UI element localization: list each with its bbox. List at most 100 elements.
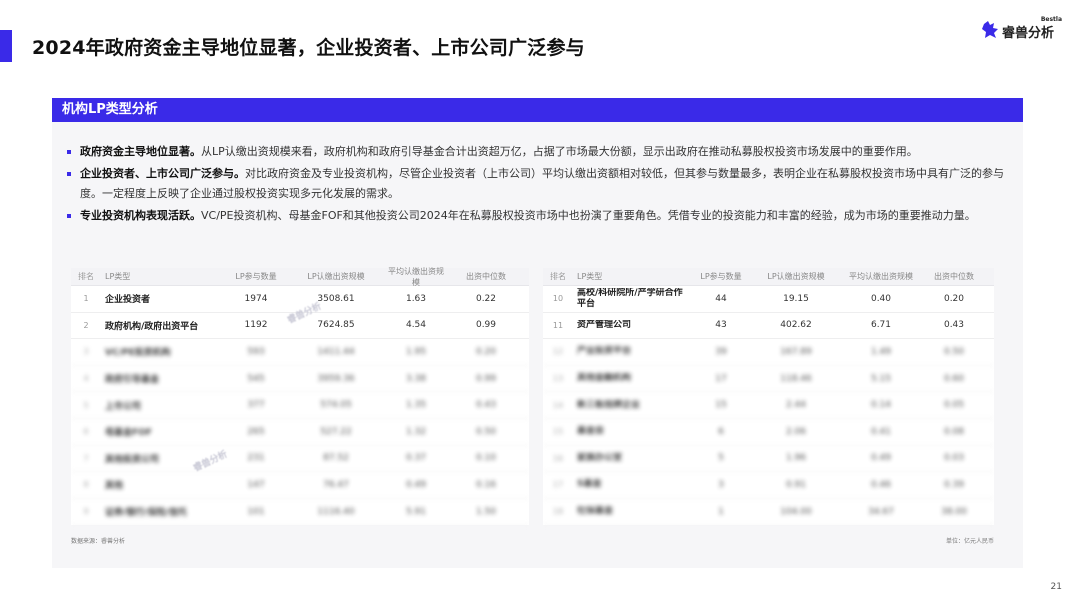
cell-lp-count: 17 <box>715 373 727 384</box>
bullet-text: VC/PE投资机构、母基金FOF和其他投资公司2024年在私募股权投资市场中也扮… <box>201 209 976 222</box>
bullet-bold: 企业投资者、上市公司广泛参与。 <box>80 167 245 180</box>
cell-avg: 0.46 <box>870 479 892 490</box>
cell-type: 高校/科研院所/产学研合作平台 <box>577 287 683 309</box>
header-lp-count: LP参与数量 <box>700 272 742 281</box>
table-row: 15 基金会 6 2.06 0.41 0.08 <box>543 419 994 446</box>
bullet-item: 专业投资机构表现活跃。VC/PE投资机构、母基金FOF和其他投资公司2024年在… <box>66 206 1012 226</box>
cell-type: 其他 <box>105 481 124 492</box>
table-row: 5 上市公司 377 574.05 1.35 0.43 <box>71 392 529 419</box>
cell-median: 1.50 <box>475 506 497 517</box>
cell-median: 0.10 <box>475 453 497 464</box>
cell-avg: 1.95 <box>405 346 427 357</box>
cell-scale: 1116.40 <box>317 506 355 517</box>
cell-type: 新三板挂牌企业 <box>577 399 641 410</box>
cell-type: 产业投资平台 <box>577 346 632 357</box>
cell-avg: 0.37 <box>405 453 427 464</box>
cell-scale: 0.91 <box>785 479 807 490</box>
cell-lp-count: 3 <box>718 479 724 490</box>
beast-logo-icon <box>982 21 998 38</box>
cell-scale: 2.44 <box>785 400 807 411</box>
cell-type: S基金 <box>577 479 602 490</box>
header-median: 出资中位数 <box>934 272 974 281</box>
cell-rank: 3 <box>83 347 89 357</box>
cell-type: 其他金融机构 <box>577 373 632 384</box>
cell-median: 0.43 <box>475 400 497 411</box>
table-body: 1 企业投资者 1974 3508.61 1.63 0.22 2 政府机构/政府出资平台 119… <box>71 286 529 526</box>
cell-type: 证券/银行/保险/信托 <box>105 508 187 519</box>
cell-rank: 1 <box>83 294 89 304</box>
brand-logo: Bestla 睿兽分析 <box>982 16 1062 46</box>
cell-median: 0.99 <box>475 320 497 331</box>
bullet-bold: 专业投资机构表现活跃。 <box>80 209 201 222</box>
cell-lp-count: 147 <box>247 479 265 490</box>
cell-rank: 9 <box>83 507 89 517</box>
cell-scale: 167.89 <box>780 346 812 357</box>
cell-rank: 14 <box>552 400 564 410</box>
cell-median: 0.20 <box>943 293 965 304</box>
cell-lp-count: 6 <box>718 426 724 437</box>
table-row: 11 资产管理公司 43 402.62 6.71 0.43 <box>543 313 994 340</box>
header-median: 出资中位数 <box>466 272 506 281</box>
cell-avg: 0.49 <box>405 479 427 490</box>
cell-scale: 2.06 <box>785 426 807 437</box>
header-avg: 平均认缴出资规模 <box>388 266 444 287</box>
header-type: LP类型 <box>577 272 603 281</box>
cell-lp-count: 5 <box>718 453 724 464</box>
cell-median: 0.20 <box>475 346 497 357</box>
section-header: 机构LP类型分析 <box>52 98 1023 122</box>
cell-rank: 18 <box>552 507 564 517</box>
cell-lp-count: 545 <box>247 373 265 384</box>
bullet-list: 政府资金主导地位显著。从LP认缴出资规模来看，政府机构和政府引导基金合计出资超万… <box>66 142 1012 228</box>
cell-median: 0.16 <box>475 479 497 490</box>
cell-scale: 3959.36 <box>317 373 355 384</box>
cell-lp-count: 1 <box>718 506 724 517</box>
table-row: 6 母基金FOF 265 527.22 1.32 0.50 <box>71 419 529 446</box>
bullet-item: 政府资金主导地位显著。从LP认缴出资规模来看，政府机构和政府引导基金合计出资超万… <box>66 142 1012 162</box>
cell-lp-count: 265 <box>247 426 265 437</box>
cell-rank: 15 <box>552 427 564 437</box>
cell-avg: 1.32 <box>405 426 427 437</box>
cell-type: 政府机构/政府出资平台 <box>105 321 199 332</box>
cell-scale: 402.62 <box>780 320 812 331</box>
cell-lp-count: 43 <box>715 320 727 331</box>
cell-lp-count: 44 <box>715 293 727 304</box>
cell-rank: 17 <box>552 480 564 490</box>
cell-avg: 0.40 <box>870 293 892 304</box>
cell-avg: 0.41 <box>870 426 892 437</box>
table-body: 10 高校/科研院所/产学研合作平台 44 19.15 0.40 0.20 11 资产管理公司… <box>543 286 994 526</box>
cell-type: VC/PE投资机构 <box>105 348 171 359</box>
table-row: 9 证券/银行/保险/信托 101 1116.40 5.91 1.50 <box>71 499 529 526</box>
bullet-bold: 政府资金主导地位显著。 <box>80 145 201 158</box>
cell-lp-count: 15 <box>715 400 727 411</box>
cell-scale: 1.96 <box>785 453 807 464</box>
cell-scale: 118.46 <box>780 373 812 384</box>
cell-lp-count: 231 <box>247 453 265 464</box>
table-row: 7 其他投资公司 231 87.52 0.37 0.10 <box>71 446 529 473</box>
cell-scale: 574.05 <box>320 400 352 411</box>
cell-avg: 5.15 <box>870 373 892 384</box>
cell-type: 基金会 <box>577 426 605 437</box>
cell-rank: 8 <box>83 480 89 490</box>
table-header: 排名 LP类型 LP参与数量 LP认缴出资规模 平均认缴出资规模 出资中位数 <box>543 268 994 286</box>
bullet-dot <box>67 214 71 218</box>
cell-type: 家族办公室 <box>577 452 623 463</box>
header-scale: LP认缴出资规模 <box>767 272 825 281</box>
bullet-dot <box>67 150 71 154</box>
table-row: 14 新三板挂牌企业 15 2.44 0.14 0.05 <box>543 392 994 419</box>
cell-median: 38.00 <box>941 506 967 517</box>
cell-median: 0.22 <box>475 293 497 304</box>
cell-type: 资产管理公司 <box>577 319 632 330</box>
cell-median: 0.60 <box>943 373 965 384</box>
cell-scale: 3508.61 <box>317 293 355 304</box>
bullet-item: 企业投资者、上市公司广泛参与。对比政府资金及专业投资机构，尽管企业投资者（上市公… <box>66 164 1012 204</box>
cell-avg: 0.49 <box>870 453 892 464</box>
header-avg: 平均认缴出资规模 <box>849 272 913 281</box>
header-lp-count: LP参与数量 <box>235 272 277 281</box>
lp-table-right: 排名 LP类型 LP参与数量 LP认缴出资规模 平均认缴出资规模 出资中位数 1… <box>543 268 994 526</box>
cell-median: 0.39 <box>943 479 965 490</box>
page-title: 2024年政府资金主导地位显著，企业投资者、上市公司广泛参与 <box>32 37 585 59</box>
table-row: 13 其他金融机构 17 118.46 5.15 0.60 <box>543 366 994 393</box>
table-row: 4 政府引导基金 545 3959.36 3.38 0.99 <box>71 366 529 393</box>
cell-rank: 5 <box>83 400 89 410</box>
cell-scale: 527.22 <box>320 426 352 437</box>
